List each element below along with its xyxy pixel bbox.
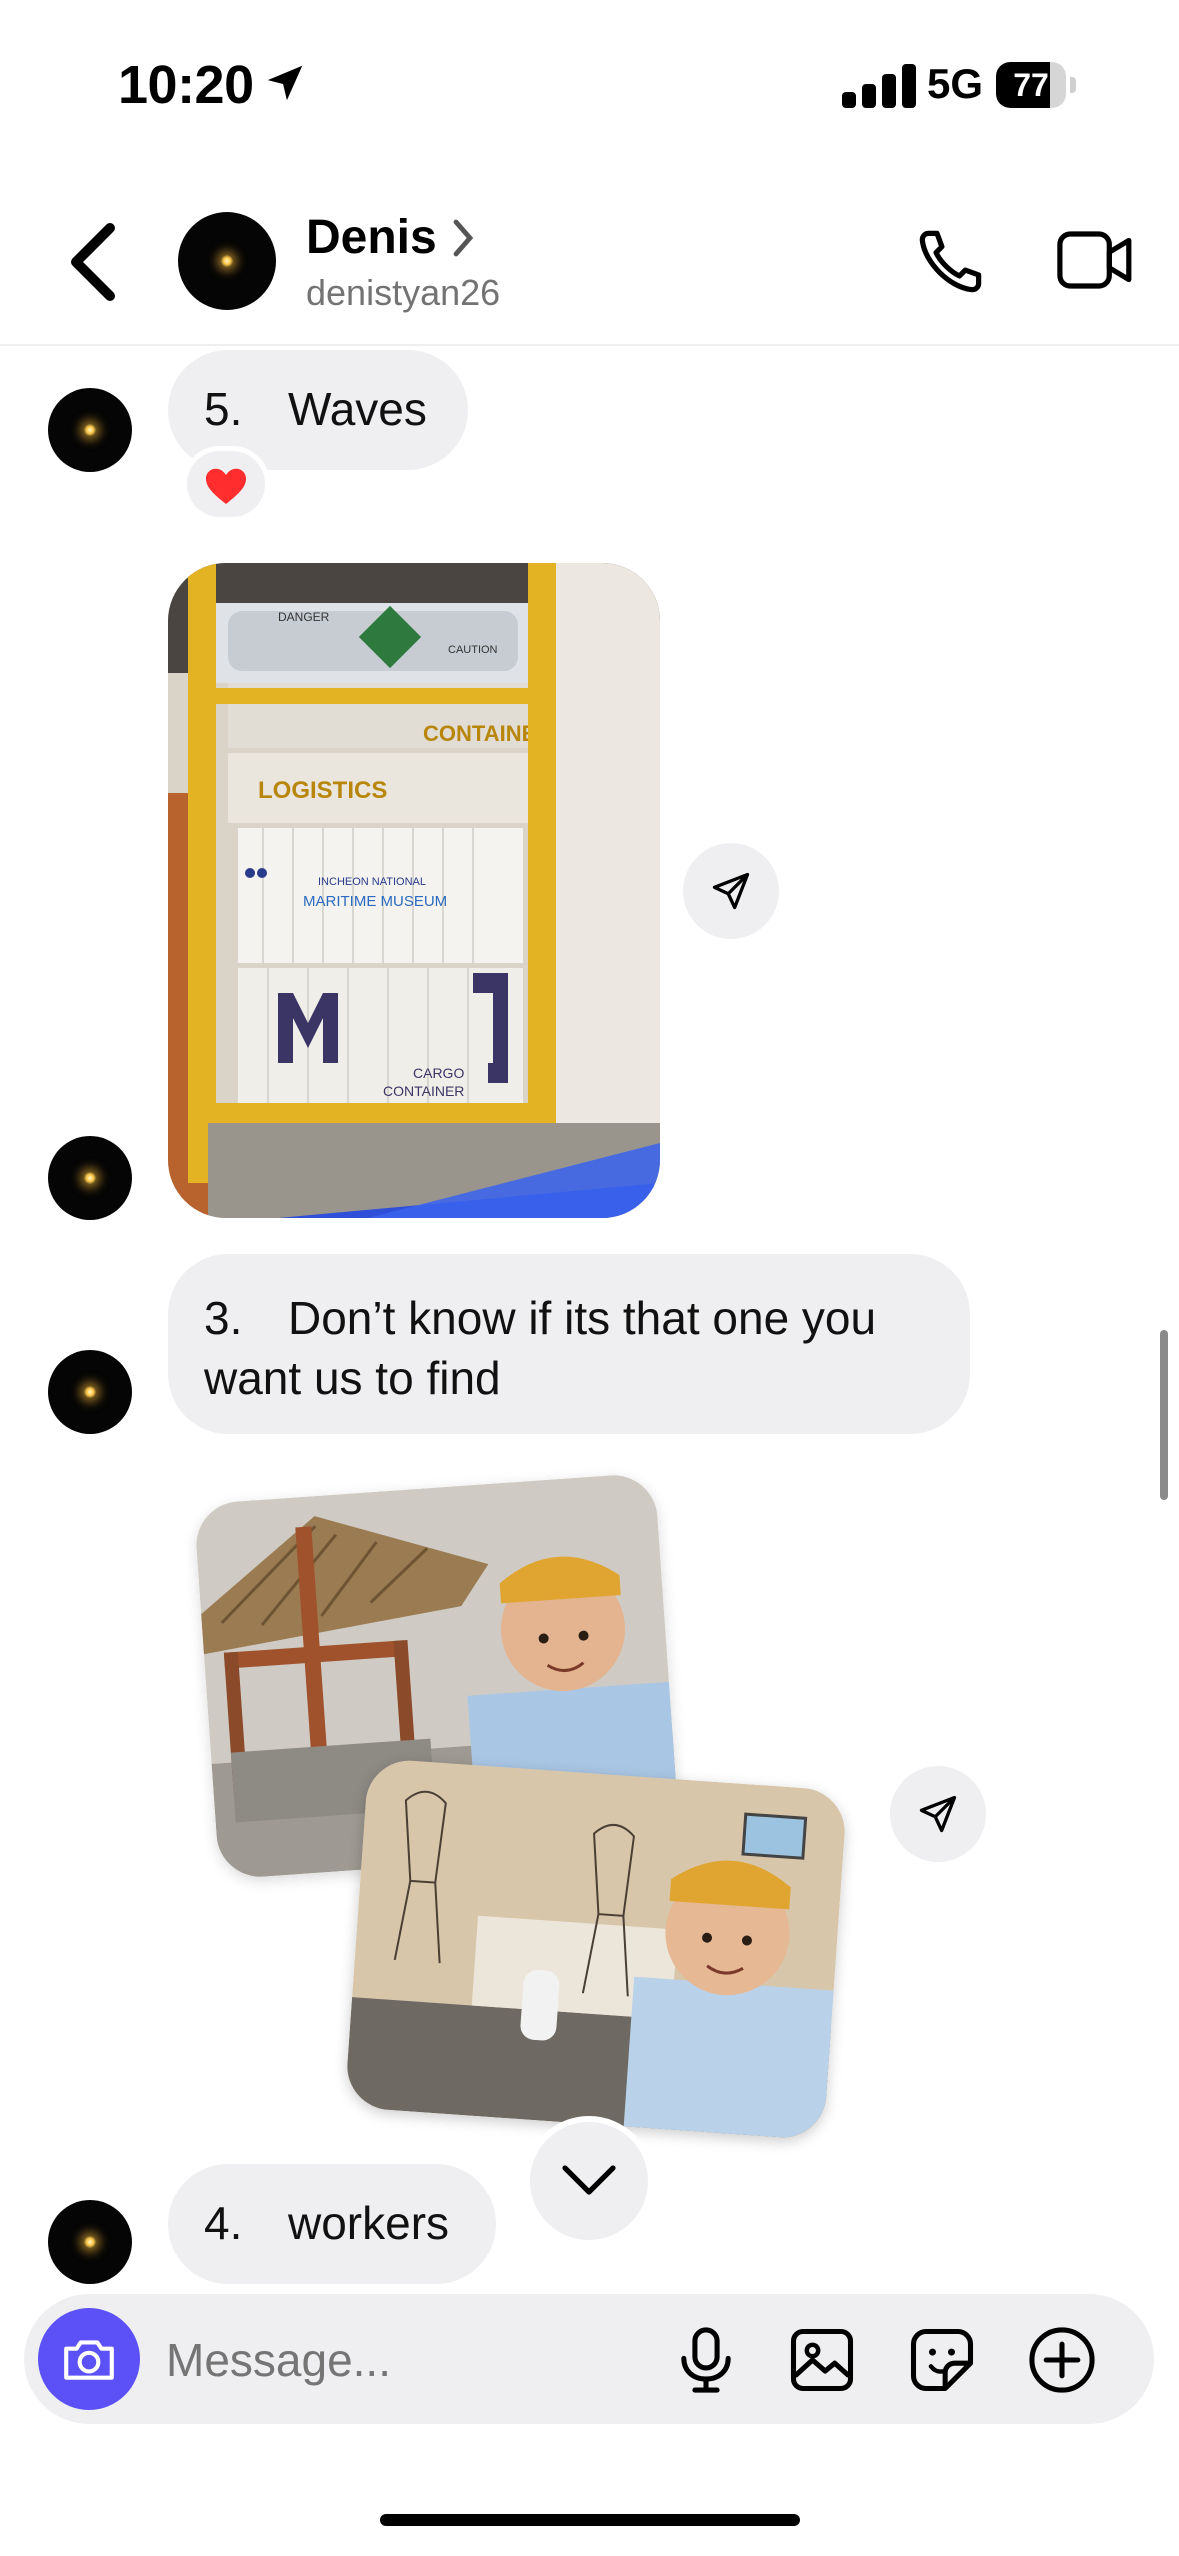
scroll-to-bottom-button[interactable] (530, 2122, 648, 2240)
camera-button[interactable] (38, 2308, 140, 2410)
message-bubble[interactable]: 4. workers (168, 2164, 496, 2284)
cargo-line2: CONTAINER (383, 1083, 464, 1099)
museum-line2: MARITIME MUSEUM (303, 893, 447, 910)
contact-username[interactable]: denistyan26 (306, 272, 500, 314)
caution-label: CAUTION (448, 644, 498, 656)
chevron-down-icon (562, 2165, 616, 2195)
chevron-right-icon[interactable] (452, 218, 474, 258)
avatar[interactable] (48, 2200, 132, 2284)
gallery-icon[interactable] (784, 2322, 860, 2398)
header-divider (0, 344, 1179, 346)
avatar[interactable] (178, 212, 276, 310)
battery-percent: 77 (1013, 67, 1049, 103)
message-bubble[interactable]: 3. Don’t know if its that one you want us… (168, 1254, 970, 1434)
avatar[interactable] (48, 1136, 132, 1220)
share-button[interactable] (683, 843, 779, 939)
logistics-label: LOGISTICS (258, 777, 387, 804)
status-time: 10:20 (118, 55, 254, 115)
message-number: 4. (204, 2197, 243, 2249)
camera-icon (64, 2340, 114, 2380)
send-arrow-icon (919, 1795, 957, 1833)
scrollbar[interactable] (1160, 1330, 1168, 1500)
microphone-icon[interactable] (668, 2322, 744, 2398)
message-text: Don’t know if its that one you want us t… (204, 1292, 877, 1404)
museum-line1: INCHEON NATIONAL (318, 876, 426, 888)
heart-reaction-icon[interactable] (182, 446, 270, 522)
phone-icon[interactable] (912, 222, 990, 300)
message-text: workers (288, 2197, 450, 2249)
video-camera-icon[interactable] (1056, 228, 1134, 292)
message-number: 5. (204, 383, 243, 435)
network-type: 5G (926, 60, 984, 107)
message-number: 3. (204, 1292, 243, 1344)
message-text: Waves (288, 383, 427, 435)
contact-name[interactable]: Denis (306, 210, 437, 265)
shared-photo[interactable]: DANGER CAUTION CONTAINER LOGISTICS INCHE… (168, 563, 660, 1218)
location-arrow-icon (267, 65, 303, 101)
shared-photo[interactable] (344, 1757, 848, 2141)
avatar[interactable] (48, 1350, 132, 1434)
battery-indicator: 77 (996, 62, 1078, 108)
cargo-line1: CARGO (413, 1065, 464, 1081)
home-indicator[interactable] (380, 2514, 800, 2526)
share-button[interactable] (890, 1766, 986, 1862)
sticker-icon[interactable] (904, 2322, 980, 2398)
danger-label: DANGER (278, 610, 330, 624)
back-chevron-icon[interactable] (66, 222, 120, 302)
avatar[interactable] (48, 388, 132, 472)
message-input[interactable] (166, 2330, 646, 2390)
send-arrow-icon (712, 872, 750, 910)
plus-circle-icon[interactable] (1024, 2322, 1100, 2398)
